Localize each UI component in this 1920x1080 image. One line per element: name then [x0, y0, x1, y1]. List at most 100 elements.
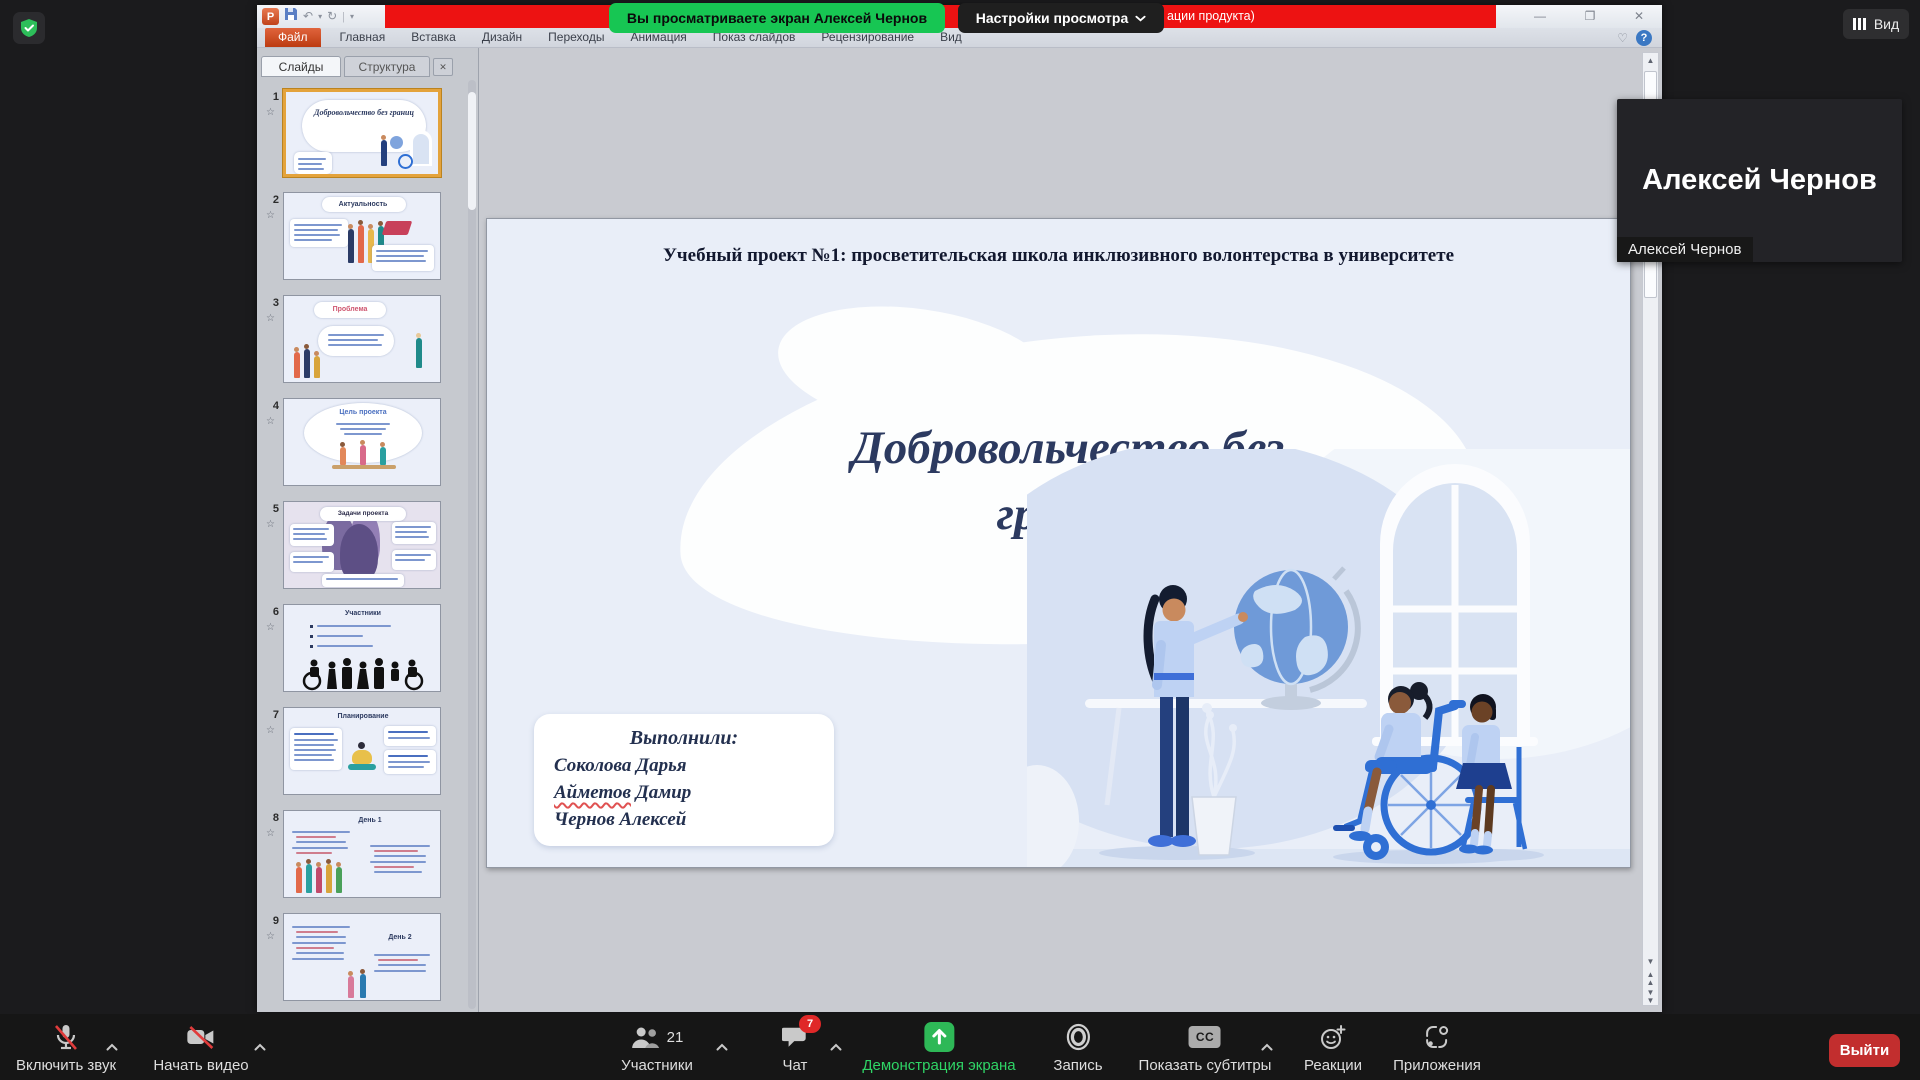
unmute-button[interactable]: Включить звук: [16, 1022, 116, 1074]
slide-item-1: 1 Добровольчество без границ: [257, 89, 478, 178]
tab-slides[interactable]: Слайды: [261, 56, 341, 77]
participants-options-chevron[interactable]: [716, 1038, 729, 1056]
close-button[interactable]: ✕: [1624, 7, 1654, 26]
powerpoint-window: P ↶ ▾ ↻ | ▾ ации продукта) — ❐ ✕ Файл Гл…: [257, 5, 1662, 1012]
previous-slide-button[interactable]: ▲▲: [1643, 971, 1658, 987]
pane-scrollbar[interactable]: [468, 80, 476, 1009]
slide-item-6: 6 Участники: [257, 604, 478, 693]
chevron-up-icon: [254, 1043, 267, 1051]
slide-item-5: 5 Задачи проекта: [257, 501, 478, 590]
authors-box[interactable]: Выполнили: Соколова Дарья Айметов Дамир …: [534, 714, 834, 846]
participants-button[interactable]: 21 Участники: [621, 1022, 693, 1074]
slide-number: 5: [261, 503, 279, 515]
reactions-button[interactable]: Реакции: [1304, 1022, 1362, 1074]
slide-thumbnail-8[interactable]: День 1: [283, 810, 441, 898]
animation-star-icon: [266, 313, 275, 324]
apps-button[interactable]: Приложения: [1393, 1022, 1481, 1074]
ribbon-tab-file[interactable]: Файл: [265, 28, 321, 47]
ribbon-tab-home[interactable]: Главная: [327, 28, 399, 47]
quick-access-toolbar: P ↶ ▾ ↻ | ▾: [262, 7, 354, 26]
pane-close-button[interactable]: ✕: [433, 58, 453, 76]
security-shield-icon: [13, 12, 45, 44]
mic-muted-icon: [52, 1022, 80, 1052]
help-icon[interactable]: ?: [1636, 30, 1652, 46]
ribbon-tab-design[interactable]: Дизайн: [469, 28, 535, 47]
slide-thumbnail-1[interactable]: Добровольчество без границ: [283, 89, 441, 177]
slide-item-3: 3 Проблема: [257, 295, 478, 384]
slide-thumbnail-3[interactable]: Проблема: [283, 295, 441, 383]
slide-canvas[interactable]: Учебный проект №1: просветительская школ…: [486, 218, 1631, 868]
slide-editor-area: Учебный проект №1: просветительская школ…: [479, 48, 1662, 1012]
audio-options-chevron[interactable]: [106, 1038, 119, 1056]
smiley-plus-icon: [1320, 1022, 1346, 1052]
qat-separator: |: [342, 11, 345, 23]
leave-button[interactable]: Выйти: [1829, 1034, 1900, 1067]
slide-thumbnail-6[interactable]: Участники: [283, 604, 441, 692]
powerpoint-app-icon: P: [262, 8, 279, 25]
animation-star-icon: [266, 107, 275, 118]
pane-scrollbar-thumb[interactable]: [468, 92, 476, 210]
redo-icon[interactable]: ↻: [327, 8, 337, 25]
chevron-up-icon: [1261, 1043, 1274, 1051]
screen-share-banner: Вы просматриваете экран Алексей Чернов: [609, 3, 945, 33]
view-button[interactable]: Вид: [1843, 9, 1909, 39]
chevron-up-icon: [830, 1043, 843, 1051]
slide-illustration[interactable]: [1027, 449, 1630, 867]
shield-glyph: [19, 18, 39, 38]
view-options-dropdown[interactable]: Настройки просмотра: [958, 3, 1164, 33]
start-video-button[interactable]: Начать видео: [153, 1022, 248, 1074]
next-slide-button[interactable]: ▼▼: [1643, 989, 1658, 1005]
participants-icon: [631, 1024, 661, 1050]
authors-heading: Выполнили:: [534, 724, 834, 752]
minimize-button[interactable]: —: [1525, 7, 1555, 26]
author-name: Соколова Дарья: [534, 752, 834, 779]
slide-header-text[interactable]: Учебный проект №1: просветительская школ…: [527, 245, 1590, 267]
ribbon-tab-insert[interactable]: Вставка: [398, 28, 469, 47]
slide-thumbnail-7[interactable]: Планирование: [283, 707, 441, 795]
chat-options-chevron[interactable]: [830, 1038, 843, 1056]
video-options-chevron[interactable]: [254, 1038, 267, 1056]
screen-share-banner-text: Вы просматриваете экран Алексей Чернов: [627, 10, 927, 26]
slide-thumbnail-5[interactable]: Задачи проекта: [283, 501, 441, 589]
grid-icon: [1853, 18, 1868, 30]
screen-share-icon: [924, 1022, 954, 1052]
chat-unread-badge: 7: [799, 1015, 821, 1033]
zoom-toolbar: Включить звук Начать видео: [0, 1014, 1920, 1080]
slide-thumbnail-2[interactable]: Актуальность: [283, 192, 441, 280]
scroll-up-icon[interactable]: ▲: [1643, 54, 1658, 68]
animation-star-icon: [266, 931, 275, 942]
view-button-label: Вид: [1874, 16, 1899, 32]
chat-bubble-icon: 7: [782, 1022, 808, 1052]
slide-item-4: 4 Цель проекта: [257, 398, 478, 487]
captions-button[interactable]: CC Показать субтитры: [1139, 1022, 1272, 1074]
chevron-up-icon: [106, 1043, 119, 1051]
animation-star-icon: [266, 828, 275, 839]
slide-item-9: 9 День 2: [257, 913, 478, 1002]
share-screen-button[interactable]: Демонстрация экрана: [862, 1022, 1015, 1074]
video-off-icon: [186, 1022, 216, 1052]
tab-outline[interactable]: Структура: [344, 56, 430, 77]
slide-number: 1: [261, 91, 279, 103]
slide-thumbnail-4[interactable]: Цель проекта: [283, 398, 441, 486]
undo-icon[interactable]: ↶: [303, 8, 313, 25]
scroll-down-icon[interactable]: ▼: [1643, 955, 1658, 969]
participant-video-tile[interactable]: Алексей Чернов Алексей Чернов: [1617, 99, 1902, 262]
ribbon-pin-icon[interactable]: [1617, 31, 1628, 45]
restore-button[interactable]: ❐: [1575, 7, 1605, 26]
slide-thumbnail-9[interactable]: День 2: [283, 913, 441, 1001]
undo-dropdown-icon[interactable]: ▾: [318, 8, 322, 25]
slide-number: 2: [261, 194, 279, 206]
apps-icon: [1424, 1022, 1450, 1052]
slide-number: 3: [261, 297, 279, 309]
chevron-up-icon: [716, 1043, 729, 1051]
ribbon-tab-transitions[interactable]: Переходы: [535, 28, 617, 47]
record-button[interactable]: Запись: [1053, 1022, 1102, 1074]
qat-customize-icon[interactable]: ▾: [350, 8, 354, 25]
chat-button[interactable]: 7 Чат: [782, 1022, 808, 1074]
save-icon[interactable]: [284, 7, 298, 26]
captions-options-chevron[interactable]: [1261, 1038, 1274, 1056]
animation-star-icon: [266, 210, 275, 221]
slide-item-2: 2 Актуальность: [257, 192, 478, 281]
titlebar-text-fragment: ации продукта): [1167, 5, 1255, 28]
slide-item-7: 7 Планирование: [257, 707, 478, 796]
